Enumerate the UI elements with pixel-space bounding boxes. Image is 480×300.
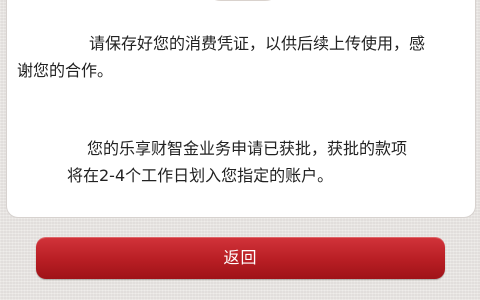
notice-paragraph-2-line-2: 将在2-4个工作日划入您指定的账户。 [67,166,334,185]
notice-paragraph-2-line-1: 您的乐享财智金业务申请已获批，获批的款项 [87,139,408,158]
notice-paragraph-2: 您的乐享财智金业务申请已获批，获批的款项 将在2-4个工作日划入您指定的账户。 [17,135,465,189]
message-card: 请保存好您的消费凭证，以供后续上传使用，感 谢您的合作。 您的乐享财智金业务申请… [6,0,476,218]
notice-paragraph-1-line-2: 谢您的合作。 [17,61,114,80]
top-decoration [201,0,285,1]
notice-paragraph-1: 请保存好您的消费凭证，以供后续上传使用，感 谢您的合作。 [17,30,465,84]
notice-paragraph-1-line-1: 请保存好您的消费凭证，以供后续上传使用，感 [89,34,426,53]
return-button[interactable]: 返回 [36,237,445,279]
